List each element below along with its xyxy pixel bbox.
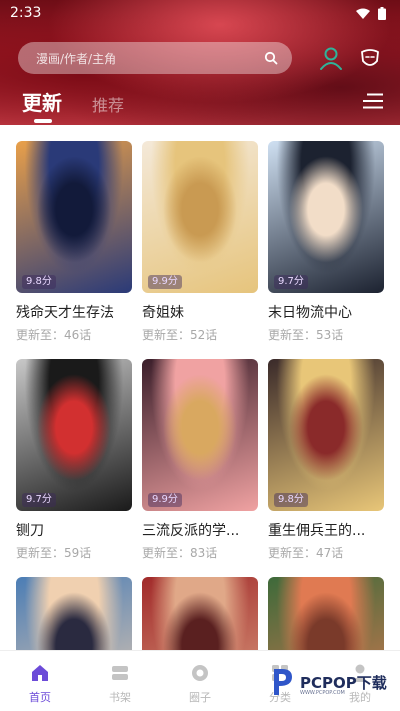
comic-title[interactable]: 重生佣兵王的... [268,520,386,540]
comic-update: 更新至：59话 [16,546,92,560]
nav-circle[interactable]: 圈子 [160,651,240,711]
bookshelf-icon [112,666,128,680]
comic-rating: 9.9分 [148,493,182,507]
comic-cover[interactable]: 9.8分 [268,359,384,511]
nav-bookshelf[interactable]: 书架 [80,651,160,711]
status-bar: 2:33 [0,0,400,28]
comic-cover[interactable] [142,577,258,650]
comic-update: 更新至：52话 [142,328,218,342]
comic-rating: 9.7分 [274,275,308,289]
comic-rating: 9.7分 [22,493,56,507]
comic-cover[interactable]: 9.9分 [142,141,258,293]
nav-label: 首页 [29,691,51,704]
battery-icon [378,7,386,20]
menu-icon[interactable] [363,93,383,109]
comic-rating: 9.8分 [22,275,56,289]
nav-label: 书架 [109,691,131,704]
watermark-logo: PCPOP下载 WWW.PCPOP.COM [270,660,394,704]
comic-title[interactable]: 末日物流中心 [268,302,386,322]
comic-grid: 9.8分 残命天才生存法 更新至：46话 9.9分 奇姐妹 更新至：52话 9.… [0,125,400,650]
comic-cover[interactable]: 9.9分 [142,359,258,511]
watermark-sub: WWW.PCPOP.COM [300,690,345,696]
comic-title[interactable]: 奇姐妹 [142,302,260,322]
status-icons [356,7,386,20]
comic-rating: 9.9分 [148,275,182,289]
comic-title[interactable]: 残命天才生存法 [16,302,134,322]
status-time: 2:33 [10,5,42,21]
comic-cover[interactable]: 9.7分 [268,141,384,293]
comic-cover[interactable]: 9.7分 [16,359,132,511]
nav-label: 圈子 [189,691,211,704]
pcpop-logo-icon [274,669,292,695]
profile-icon[interactable] [318,45,344,71]
comic-cover[interactable] [16,577,132,650]
header-banner: 2:33 漫画/作者/主角 更新 推荐 [0,0,400,125]
comic-update: 更新至：83话 [142,546,218,560]
comic-title[interactable]: 三流反派的学... [142,520,260,540]
comic-rating: 9.8分 [274,493,308,507]
circle-icon [192,665,208,681]
search-icon[interactable] [264,51,278,65]
comic-update: 更新至：46话 [16,328,92,342]
tab-recommend[interactable]: 推荐 [92,92,124,116]
home-icon [32,665,48,681]
nav-home[interactable]: 首页 [0,651,80,711]
tab-active-indicator [34,119,52,123]
comic-cover[interactable] [268,577,384,650]
tab-updates[interactable]: 更新 [22,87,62,116]
comic-update: 更新至：47话 [268,546,344,560]
mask-icon[interactable] [358,46,382,70]
comic-cover[interactable]: 9.8分 [16,141,132,293]
search-bar[interactable]: 漫画/作者/主角 [18,42,292,74]
comic-update: 更新至：53话 [268,328,344,342]
search-placeholder: 漫画/作者/主角 [36,52,117,66]
comic-title[interactable]: 铡刀 [16,520,134,540]
wifi-icon [356,8,370,19]
